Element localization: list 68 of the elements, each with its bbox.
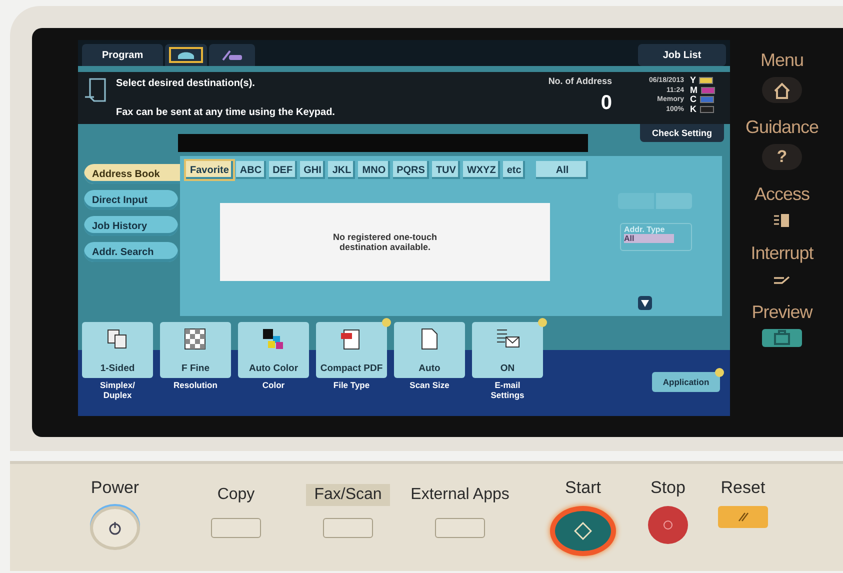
key-label: Menu	[760, 50, 804, 71]
setting-label: File Type	[332, 380, 371, 390]
start-label: Start	[565, 478, 601, 498]
job-list-button[interactable]: Job List	[638, 44, 726, 66]
key-label: Access	[754, 184, 810, 205]
help-key[interactable]: ?	[762, 144, 802, 170]
key-label: Preview	[752, 302, 812, 323]
setting-label: E-mail Settings	[490, 380, 526, 400]
scroll-down-button[interactable]	[638, 296, 652, 310]
preview-key[interactable]	[762, 329, 802, 347]
empty-message: No registered one-touch destination available.	[332, 232, 438, 252]
program-tab[interactable]: Program	[82, 44, 164, 66]
status-message: Select desired destination(s).	[116, 78, 256, 89]
checker-icon	[184, 328, 208, 350]
power-label: Power	[90, 478, 140, 498]
toner-label: K	[690, 104, 696, 114]
diamond-icon	[574, 522, 592, 540]
stop-icon	[663, 520, 673, 530]
toner-label: Y	[690, 76, 696, 86]
reset-label: Reset	[720, 478, 766, 498]
side-tab[interactable]: Direct Input	[84, 190, 178, 210]
side-tab[interactable]: Addr. Search	[84, 242, 178, 262]
mode-label: Fax/Scan	[306, 484, 390, 506]
index-tab[interactable]: PQRS	[392, 161, 429, 179]
index-tab[interactable]: GHI	[300, 161, 326, 179]
preview-icon	[771, 328, 793, 348]
setting-label: Scan Size	[408, 380, 450, 390]
toner-label: M	[690, 86, 698, 95]
setting-label: Resolution	[172, 380, 218, 390]
envelope-icon	[496, 328, 520, 350]
color-squares-icon	[262, 328, 286, 350]
reset-icon	[737, 512, 749, 522]
index-tab[interactable]: WXYZ	[462, 161, 500, 179]
side-tab[interactable]: Job History	[84, 216, 178, 236]
index-tab[interactable]: etc	[502, 161, 526, 179]
power-icon	[107, 520, 123, 536]
pages-icon	[106, 328, 130, 350]
fax-tab[interactable]	[165, 44, 208, 66]
setting-button[interactable]: F Fine	[160, 322, 231, 378]
phone-icon	[177, 50, 196, 60]
stop-button[interactable]	[648, 506, 688, 544]
home-key[interactable]	[762, 77, 802, 103]
setting-label: Color	[261, 380, 286, 390]
power-button[interactable]	[90, 506, 140, 550]
index-tab[interactable]: All	[536, 161, 588, 179]
index-tab[interactable]: DEF	[268, 161, 297, 179]
index-tab[interactable]: MNO	[358, 161, 390, 179]
check-setting-button[interactable]: Check Setting	[640, 124, 724, 142]
setting-button[interactable]: Auto Color	[238, 322, 309, 378]
line-tab[interactable]	[209, 44, 256, 66]
setting-button[interactable]: 1-Sided	[82, 322, 153, 378]
index-tab[interactable]: Favorite	[186, 161, 233, 179]
index-tab[interactable]: JKL	[328, 161, 356, 179]
stop-label: Stop	[650, 478, 686, 498]
address-count: 0	[600, 92, 612, 115]
status-message: Fax can be sent at any time using the Keypad.	[116, 107, 336, 118]
address-count-label: No. of Address	[548, 76, 612, 86]
reset-button[interactable]	[718, 506, 768, 528]
down-arrow-icon	[641, 300, 649, 306]
handset-icon	[221, 49, 244, 61]
index-tab[interactable]: ABC	[236, 161, 266, 179]
toner-label: C	[690, 95, 696, 104]
key-label: Interrupt	[750, 243, 814, 264]
index-tab[interactable]: TUV	[432, 161, 460, 179]
setting-label: Simplex/ Duplex	[99, 380, 136, 400]
setting-button[interactable]: Auto	[394, 322, 465, 378]
key-label: Guidance	[745, 117, 819, 138]
start-button[interactable]	[550, 506, 616, 556]
